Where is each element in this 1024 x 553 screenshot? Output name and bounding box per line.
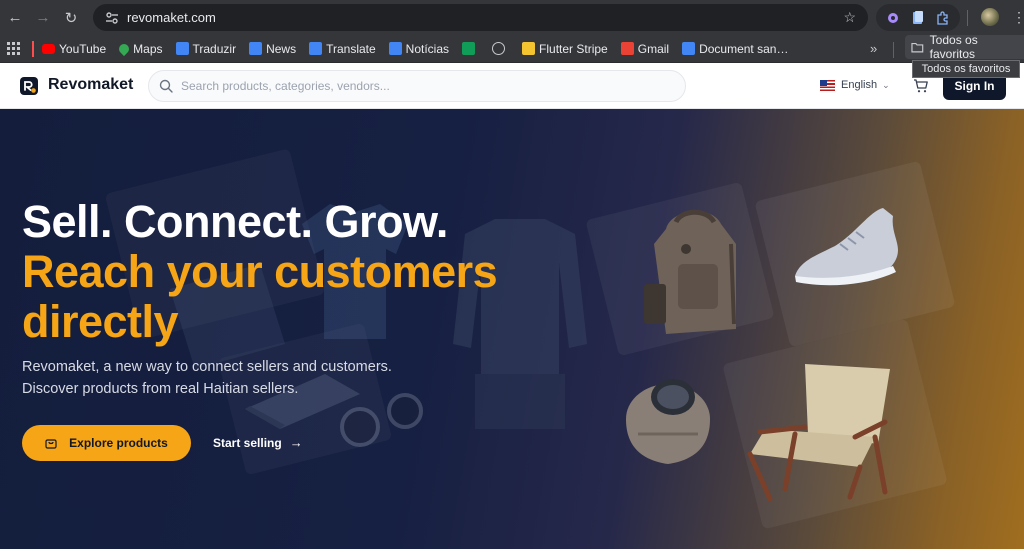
hero-subtitle-line: Discover products from real Haitian sell… — [22, 381, 299, 397]
shopping-bag-icon — [45, 439, 57, 449]
bookmark-label: Traduzir — [192, 41, 237, 56]
hero-section: Sell. Connect. Grow. Reach your customer… — [0, 109, 1024, 553]
extensions-group — [876, 4, 960, 31]
maps-pin-icon — [117, 41, 132, 56]
reload-icon[interactable]: ↻ — [57, 4, 85, 32]
bookmark-item[interactable] — [492, 42, 509, 55]
google-news-icon — [388, 42, 402, 55]
revomaket-logo-icon[interactable] — [20, 77, 38, 95]
address-bar[interactable]: revomaket.com ☆ — [93, 4, 868, 31]
search-input[interactable] — [181, 79, 661, 93]
hero-headline-accent: Reach your customers directly — [22, 246, 498, 347]
bookmark-item[interactable]: Gmail — [620, 41, 670, 56]
language-selector[interactable]: English ⌄ — [820, 79, 890, 91]
puzzle-extensions-icon[interactable] — [935, 10, 951, 26]
folder-tooltip: Todos os favoritos — [912, 60, 1020, 78]
search-bar[interactable] — [148, 70, 686, 102]
bookmark-item[interactable]: Document san… — [682, 42, 788, 56]
search-icon — [159, 79, 173, 93]
chevron-down-icon: ⌄ — [882, 79, 890, 90]
green-app-icon — [462, 42, 476, 55]
bookmark-item[interactable] — [462, 42, 479, 55]
bookmark-item[interactable]: Translate — [309, 42, 376, 56]
folder-label: Todos os favoritos — [929, 33, 978, 61]
us-flag-icon — [820, 79, 835, 91]
gmail-icon — [620, 42, 634, 55]
bookmark-item[interactable]: YouTube — [42, 42, 106, 56]
bookmark-list: YouTube Maps Traduzir News Translate Notícias… — [42, 41, 801, 56]
backpack-image — [644, 209, 736, 334]
bookmark-item[interactable]: Flutter Stripe — [522, 42, 608, 56]
arrow-right-icon: → — [289, 435, 303, 450]
d-logo-icon — [522, 42, 536, 55]
bookmark-item[interactable]: Maps — [117, 41, 163, 56]
back-icon[interactable]: ← — [1, 4, 29, 32]
forward-icon[interactable]: → — [29, 4, 57, 32]
page-bottom-edge — [0, 549, 1024, 553]
site-header: Revomaket English ⌄ Sign In — [0, 63, 1024, 109]
globe-icon — [492, 42, 506, 55]
url-text[interactable]: revomaket.com — [127, 10, 216, 25]
google-translate-icon — [309, 42, 323, 55]
brand-name[interactable]: Revomaket — [48, 76, 133, 94]
bookmark-label: Maps — [133, 41, 163, 56]
bookmark-label: Flutter Stripe — [539, 41, 608, 56]
bookmark-star-icon[interactable]: ☆ — [843, 9, 856, 26]
bookmark-label: Gmail — [637, 41, 670, 56]
bookmark-item[interactable]: News — [249, 42, 296, 56]
gear-extension-icon[interactable] — [885, 10, 901, 26]
armchair-image — [747, 364, 890, 502]
document-extension-icon[interactable] — [910, 10, 926, 26]
apps-grid-icon[interactable] — [7, 41, 21, 56]
start-selling-link[interactable]: Start selling → — [213, 435, 303, 450]
site-settings-icon[interactable] — [99, 11, 125, 24]
bookmark-item[interactable]: Traduzir — [175, 41, 237, 56]
browser-toolbar: ← → ↻ revomaket.com ☆ ⋮ — [0, 0, 1024, 35]
bookmarks-divider — [893, 42, 894, 58]
bookmark-item[interactable]: Notícias — [388, 41, 450, 56]
toolbar-divider — [967, 10, 968, 26]
profile-avatar[interactable] — [981, 8, 999, 26]
sneaker-image — [795, 208, 898, 286]
bookmark-label: Document san… — [699, 41, 789, 56]
explore-products-label: Explore products — [69, 436, 168, 450]
folder-icon — [911, 42, 924, 52]
smartwatch-image — [626, 379, 710, 464]
bookmarks-divider — [32, 40, 34, 57]
menu-kebab-icon[interactable]: ⋮ — [1012, 8, 1024, 26]
bookmark-label: Translate — [326, 41, 376, 56]
google-news-icon — [249, 42, 263, 55]
explore-products-button[interactable]: Explore products — [22, 425, 191, 461]
start-selling-label: Start selling — [213, 435, 282, 450]
google-translate-icon — [175, 42, 189, 55]
hero-headline: Sell. Connect. Grow. — [22, 196, 448, 247]
google-docs-icon — [682, 42, 696, 55]
hero-subtitle: Revomaket, a new way to connect sellers … — [22, 356, 452, 400]
youtube-icon — [42, 43, 55, 54]
language-label: English — [841, 79, 878, 91]
bookmark-label: YouTube — [59, 41, 107, 56]
all-bookmarks-folder[interactable]: Todos os favoritos — [905, 33, 1024, 61]
bookmark-label: News — [266, 41, 297, 56]
cart-icon[interactable] — [913, 78, 929, 94]
more-bookmarks-button[interactable]: » — [870, 41, 877, 56]
bookmark-label: Notícias — [405, 41, 450, 56]
hero-subtitle-line: Revomaket, a new way to connect sellers … — [22, 359, 392, 375]
